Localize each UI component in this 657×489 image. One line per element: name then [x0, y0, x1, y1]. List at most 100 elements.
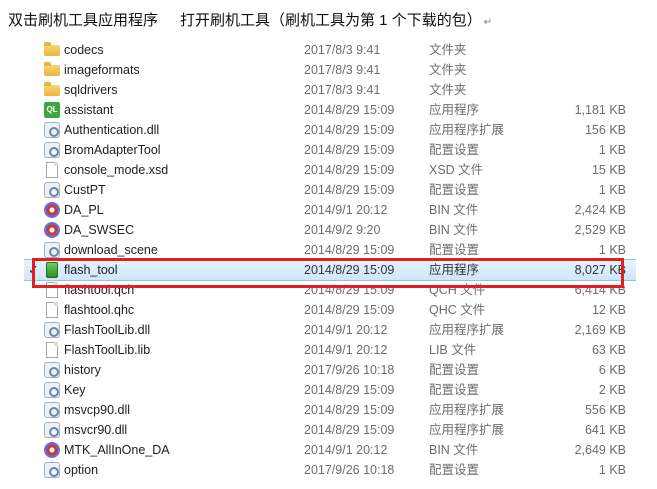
file-row[interactable]: MTK_AllInOne_DA 2014/9/1 20:12 BIN 文件 2,649…	[24, 440, 636, 460]
folder-icon	[44, 42, 60, 56]
file-row[interactable]: history 2017/9/26 10:18 配置设置 6 KB	[24, 360, 636, 380]
file-row[interactable]: Authentication.dll 2014/8/29 15:09 应用程序扩展 1…	[24, 120, 636, 140]
file-row[interactable]: CustPT 2014/8/29 15:09 配置设置 1 KB	[24, 180, 636, 200]
file-row[interactable]: BromAdapterTool 2014/8/29 15:09 配置设置 1 KB	[24, 140, 636, 160]
config-gear-icon	[44, 382, 60, 398]
bin-file-icon	[44, 222, 60, 238]
file-icon	[46, 162, 58, 178]
file-row[interactable]: DA_PL 2014/9/1 20:12 BIN 文件 2,424 KB	[24, 200, 636, 220]
file-date: 2014/8/29 15:09	[304, 123, 395, 137]
file-type: 配置设置	[429, 363, 480, 377]
file-size: 2 KB	[598, 383, 626, 397]
file-size: 1,181 KB	[574, 103, 626, 117]
file-type: 配置设置	[429, 143, 480, 157]
file-type: 应用程序扩展	[429, 423, 505, 437]
file-date: 2014/8/29 15:09	[304, 403, 395, 417]
file-date: 2014/8/29 15:09	[304, 103, 395, 117]
file-row[interactable]: option 2017/9/26 10:18 配置设置 1 KB	[24, 460, 636, 480]
dll-gear-icon	[44, 122, 60, 138]
file-date: 2014/8/29 15:09	[304, 303, 395, 317]
file-type: 配置设置	[429, 243, 480, 257]
file-name: option	[64, 463, 99, 477]
config-gear-icon	[44, 142, 60, 158]
file-size: 556 KB	[584, 403, 626, 417]
file-name: imageformats	[64, 63, 140, 77]
file-date: 2017/8/3 9:41	[304, 83, 381, 97]
file-type: 应用程序扩展	[429, 403, 505, 417]
file-icon	[46, 342, 58, 358]
file-icon	[46, 302, 58, 318]
file-size: 2,169 KB	[574, 323, 626, 337]
file-name: CustPT	[64, 183, 106, 197]
file-type: 应用程序扩展	[429, 123, 505, 137]
file-size: 63 KB	[591, 343, 626, 357]
file-row[interactable]: Key 2014/8/29 15:09 配置设置 2 KB	[24, 380, 636, 400]
folder-icon	[44, 62, 60, 76]
file-row[interactable]: imageformats 2017/8/3 9:41 文件夹	[24, 60, 636, 80]
file-name: BromAdapterTool	[64, 143, 161, 157]
file-size: 156 KB	[584, 123, 626, 137]
file-type: BIN 文件	[429, 203, 479, 217]
file-row[interactable]: msvcp90.dll 2014/8/29 15:09 应用程序扩展 556 KB	[24, 400, 636, 420]
file-type: BIN 文件	[429, 443, 479, 457]
dll-gear-icon	[44, 402, 60, 418]
file-size: 6 KB	[598, 363, 626, 377]
file-name: DA_SWSEC	[64, 223, 135, 237]
file-row[interactable]: flashtool.qhc 2014/8/29 15:09 QHC 文件 12 KB	[24, 300, 636, 320]
file-row[interactable]: msvcr90.dll 2014/8/29 15:09 应用程序扩展 641 KB	[24, 420, 636, 440]
dll-gear-icon	[44, 422, 60, 438]
dll-gear-icon	[44, 322, 60, 338]
file-type: XSD 文件	[429, 163, 484, 177]
file-date: 2014/8/29 15:09	[304, 143, 395, 157]
file-date: 2017/8/3 9:41	[304, 63, 381, 77]
file-row[interactable]: codecs 2017/8/3 9:41 文件夹	[24, 40, 636, 60]
file-size: 1 KB	[598, 143, 626, 157]
file-date: 2014/8/29 15:09	[304, 243, 395, 257]
file-name: FlashToolLib.dll	[64, 323, 151, 337]
file-date: 2014/8/29 15:09	[304, 383, 395, 397]
file-type: 文件夹	[429, 83, 467, 97]
file-type: 应用程序	[429, 103, 480, 117]
config-gear-icon	[44, 182, 60, 198]
file-name: history	[64, 363, 101, 377]
qt-app-icon: QL	[44, 102, 60, 118]
file-row[interactable]: FlashToolLib.dll 2014/9/1 20:12 应用程序扩展 2,16…	[24, 320, 636, 340]
file-row[interactable]: DA_SWSEC 2014/9/2 9:20 BIN 文件 2,529 KB	[24, 220, 636, 240]
file-type: 文件夹	[429, 43, 467, 57]
bin-file-icon	[44, 442, 60, 458]
file-name: assistant	[64, 103, 114, 117]
file-date: 2014/8/29 15:09	[304, 183, 395, 197]
file-row[interactable]: FlashToolLib.lib 2014/9/1 20:12 LIB 文件 63 K…	[24, 340, 636, 360]
file-name: sqldrivers	[64, 83, 118, 97]
instruction-caption: 双击刷机工具应用程序 打开刷机工具（刷机工具为第 1 个下载的包） ↵	[8, 10, 492, 32]
file-type: 文件夹	[429, 63, 467, 77]
file-date: 2014/9/1 20:12	[304, 203, 388, 217]
file-row[interactable]: sqldrivers 2017/8/3 9:41 文件夹	[24, 80, 636, 100]
file-size: 15 KB	[591, 163, 626, 177]
file-size: 1 KB	[598, 243, 626, 257]
file-row[interactable]: QL assistant 2014/8/29 15:09 应用程序 1,181 KB	[24, 100, 636, 120]
file-name: msvcr90.dll	[64, 423, 128, 437]
folder-icon	[44, 82, 60, 96]
file-name: download_scene	[64, 243, 158, 257]
file-row[interactable]: download_scene 2014/8/29 15:09 配置设置 1 KB	[24, 240, 636, 260]
caption-step-1: 双击刷机工具应用程序	[8, 12, 159, 29]
file-date: 2014/9/1 20:12	[304, 323, 388, 337]
file-size: 2,424 KB	[574, 203, 626, 217]
file-date: 2014/9/2 9:20	[304, 223, 381, 237]
file-row[interactable]: console_mode.xsd 2014/8/29 15:09 XSD 文件 15 …	[24, 160, 636, 180]
highlight-box	[32, 258, 624, 288]
file-size: 12 KB	[591, 303, 626, 317]
file-size: 2,529 KB	[574, 223, 626, 237]
file-date: 2014/9/1 20:12	[304, 443, 388, 457]
file-type: BIN 文件	[429, 223, 479, 237]
caption-step-2: 打开刷机工具（刷机工具为第 1 个下载的包）	[180, 12, 482, 29]
file-date: 2017/9/26 10:18	[304, 463, 395, 477]
file-type: 应用程序扩展	[429, 323, 505, 337]
config-gear-icon	[44, 242, 60, 258]
file-name: MTK_AllInOne_DA	[64, 443, 170, 457]
file-date: 2014/8/29 15:09	[304, 423, 395, 437]
config-gear-icon	[44, 362, 60, 378]
file-name: flashtool.qhc	[64, 303, 135, 317]
file-date: 2014/9/1 20:12	[304, 343, 388, 357]
